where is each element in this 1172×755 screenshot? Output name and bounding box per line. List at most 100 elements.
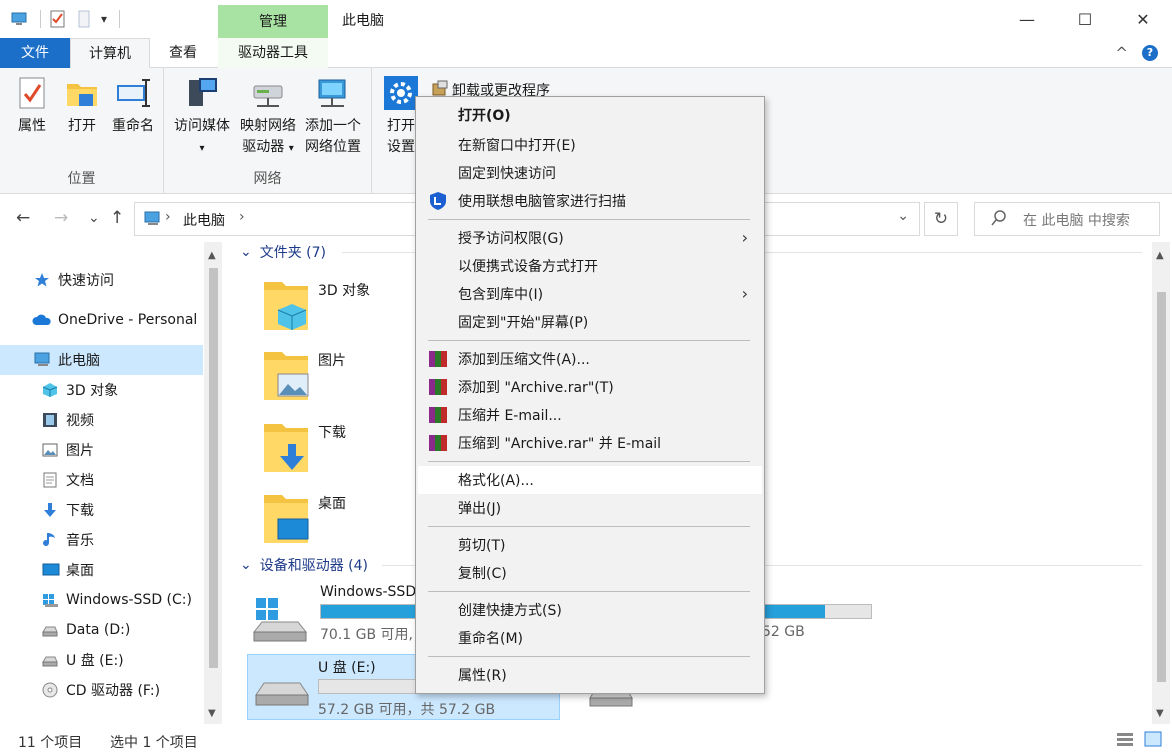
drive-name: Windows-SSD: [320, 584, 417, 600]
winrar-icon: [428, 378, 448, 396]
menu-item-create-shortcut[interactable]: 创建快捷方式(S): [418, 596, 762, 624]
nav-item-3d-objects[interactable]: 3D 对象: [0, 375, 203, 405]
rename-button[interactable]: 重命名: [106, 76, 160, 137]
refresh-button[interactable]: ↻: [924, 202, 958, 236]
group-collapse-icon[interactable]: ⌄: [240, 244, 252, 260]
tab-manage[interactable]: 管理: [218, 5, 328, 39]
computer-icon[interactable]: [10, 10, 28, 28]
menu-item-pin-start[interactable]: 固定到"开始"屏幕(P): [418, 308, 762, 336]
nav-item-drive-e[interactable]: U 盘 (E:): [0, 645, 203, 675]
address-dropdown-icon[interactable]: ⌄: [897, 208, 909, 224]
menu-item-add-archive-rar[interactable]: 添加到 "Archive.rar"(T): [418, 373, 762, 401]
nav-item-label: 文档: [66, 473, 94, 489]
menu-item-compress-email[interactable]: 压缩并 E-mail...: [418, 401, 762, 429]
nav-item-downloads[interactable]: 下载: [0, 495, 203, 525]
nav-item-videos[interactable]: 视频: [0, 405, 203, 435]
cd-icon: [42, 682, 60, 698]
nav-item-this-pc[interactable]: 此电脑: [0, 345, 203, 375]
scroll-up-icon[interactable]: ▲: [208, 250, 216, 261]
drives-group-header[interactable]: ⌄ 设备和驱动器 (4): [240, 555, 368, 575]
search-input[interactable]: 在 此电脑 中搜索: [1023, 210, 1130, 230]
map-network-drive-button[interactable]: 映射网络 驱动器 ▾: [236, 76, 300, 159]
nav-item-quick-access[interactable]: 快速访问: [0, 265, 203, 295]
menu-item-label: 以便携式设备方式打开: [458, 259, 598, 275]
add-network-location-button[interactable]: 添加一个 网络位置: [300, 76, 366, 158]
breadcrumb-item[interactable]: 此电脑: [183, 210, 225, 230]
properties-icon[interactable]: [49, 10, 67, 28]
nav-item-drive-f[interactable]: CD 驱动器 (F:): [0, 675, 203, 705]
minimize-button[interactable]: —: [998, 0, 1056, 38]
media-server-icon: [185, 76, 219, 110]
maximize-button[interactable]: ☐: [1056, 0, 1114, 38]
nav-item-drive-c[interactable]: Windows-SSD (C:): [0, 585, 203, 615]
content-scrollbar[interactable]: ▲ ▼: [1152, 242, 1170, 724]
nav-item-label: OneDrive - Personal: [58, 312, 198, 328]
nav-pane-scrollbar[interactable]: ▲ ▼: [204, 242, 222, 724]
open-button[interactable]: 打开: [60, 76, 104, 137]
folder-downloads-icon: [262, 418, 310, 474]
menu-item-label: 使用联想电脑管家进行扫描: [458, 194, 626, 210]
nav-item-music[interactable]: 音乐: [0, 525, 203, 555]
menu-item-compress-rar-email[interactable]: 压缩到 "Archive.rar" 并 E-mail: [418, 429, 762, 457]
submenu-arrow-icon: ›: [741, 228, 748, 247]
context-menu: 打开(O) 在新窗口中打开(E) 固定到快速访问 使用联想电脑管家进行扫描 授予…: [415, 96, 765, 694]
large-icons-view-icon[interactable]: [1144, 731, 1162, 751]
breadcrumb-chevron-icon[interactable]: ›: [239, 209, 245, 225]
open-label: 打开: [68, 118, 96, 134]
menu-item-properties[interactable]: 属性(R): [418, 661, 762, 689]
nav-item-documents[interactable]: 文档: [0, 465, 203, 495]
menu-item-include-library[interactable]: 包含到库中(I) ›: [418, 280, 762, 308]
nav-pane-scroll-thumb[interactable]: [209, 268, 218, 668]
access-media-button[interactable]: 访问媒体 ▾: [170, 76, 234, 159]
menu-item-cut[interactable]: 剪切(T): [418, 531, 762, 559]
menu-item-give-access[interactable]: 授予访问权限(G) ›: [418, 224, 762, 252]
forward-button[interactable]: →: [54, 208, 68, 228]
group-collapse-icon[interactable]: ⌄: [240, 557, 252, 573]
tab-computer[interactable]: 计算机: [70, 38, 150, 69]
gear-icon: [384, 76, 418, 110]
close-button[interactable]: ✕: [1114, 0, 1172, 38]
nav-item-drive-d[interactable]: Data (D:): [0, 615, 203, 645]
up-button[interactable]: ↑: [110, 208, 124, 228]
nav-item-onedrive[interactable]: OneDrive - Personal: [0, 305, 203, 335]
properties-button[interactable]: 属性: [10, 76, 54, 137]
search-box[interactable]: 在 此电脑 中搜索: [974, 202, 1160, 236]
desktop-icon: [42, 562, 60, 578]
add-location-label: 添加一个: [305, 118, 361, 134]
content-scroll-thumb[interactable]: [1157, 292, 1166, 682]
new-folder-icon[interactable]: [75, 10, 93, 28]
menu-item-label: 弹出(J): [458, 501, 502, 517]
menu-item-copy[interactable]: 复制(C): [418, 559, 762, 587]
menu-item-add-archive[interactable]: 添加到压缩文件(A)...: [418, 345, 762, 373]
document-icon: [42, 472, 60, 488]
tab-view[interactable]: 查看: [152, 38, 214, 68]
menu-item-format[interactable]: 格式化(A)...: [418, 466, 762, 494]
menu-item-eject[interactable]: 弹出(J): [418, 494, 762, 522]
qat-dropdown-icon[interactable]: ▾: [101, 12, 107, 26]
menu-item-open-new-window[interactable]: 在新窗口中打开(E): [418, 131, 762, 159]
scroll-down-icon[interactable]: ▼: [208, 708, 216, 719]
cube-icon: [42, 382, 60, 398]
menu-item-open-portable[interactable]: 以便携式设备方式打开: [418, 252, 762, 280]
quick-access-toolbar: ▾: [10, 8, 121, 30]
scroll-up-icon[interactable]: ▲: [1156, 250, 1164, 261]
folders-group-header[interactable]: ⌄ 文件夹 (7): [240, 242, 326, 262]
menu-item-label: 压缩并 E-mail...: [458, 408, 562, 424]
menu-item-open[interactable]: 打开(O): [418, 101, 762, 129]
tab-file[interactable]: 文件: [0, 38, 70, 68]
collapse-ribbon-icon[interactable]: ^: [1115, 44, 1128, 62]
help-icon[interactable]: ?: [1142, 45, 1158, 61]
menu-item-label: 固定到"开始"屏幕(P): [458, 315, 589, 331]
scroll-down-icon[interactable]: ▼: [1156, 708, 1164, 719]
tab-drive-tools[interactable]: 驱动器工具: [218, 38, 328, 68]
recent-locations-button[interactable]: ⌄: [88, 210, 100, 226]
menu-item-lenovo-scan[interactable]: 使用联想电脑管家进行扫描: [418, 187, 762, 215]
menu-item-pin-quick-access[interactable]: 固定到快速访问: [418, 159, 762, 187]
nav-item-label: Windows-SSD (C:): [66, 592, 192, 608]
details-view-icon[interactable]: [1116, 731, 1134, 751]
nav-item-desktop[interactable]: 桌面: [0, 555, 203, 585]
nav-item-pictures[interactable]: 图片: [0, 435, 203, 465]
breadcrumb-chevron-icon[interactable]: ›: [165, 209, 171, 225]
menu-item-rename[interactable]: 重命名(M): [418, 624, 762, 652]
back-button[interactable]: ←: [16, 208, 30, 228]
